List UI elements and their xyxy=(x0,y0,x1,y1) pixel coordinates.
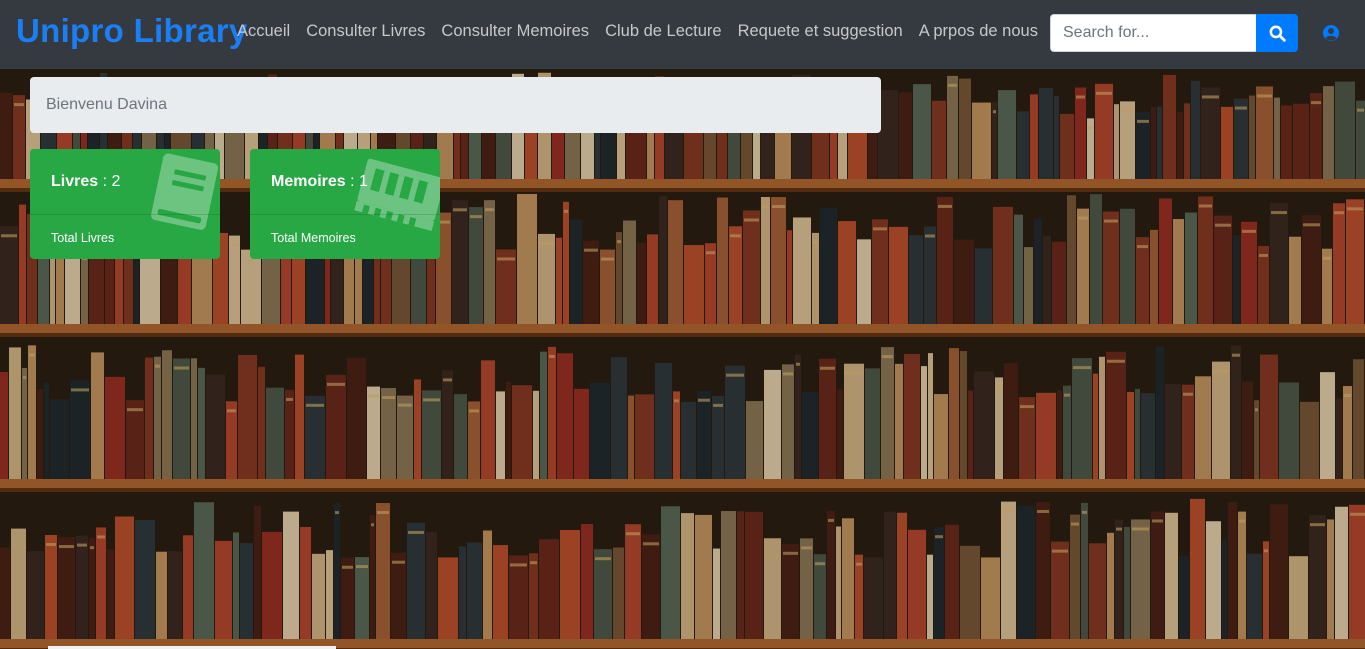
search-icon xyxy=(1269,25,1286,42)
nav-requete-suggestion[interactable]: Requete et suggestion xyxy=(730,22,911,41)
navbar: Unipro Library Accueil Consulter Livres … xyxy=(0,0,1365,69)
card-memoires-body: Memoires : 1 xyxy=(250,149,440,231)
nav-links: Accueil Consulter Livres Consulter Memoi… xyxy=(229,22,1046,41)
card-memoires[interactable]: Memoires : 1 Total Memoires xyxy=(250,149,440,259)
nav-club-lecture[interactable]: Club de Lecture xyxy=(597,22,730,41)
search-input[interactable] xyxy=(1050,14,1256,52)
search-button[interactable] xyxy=(1256,14,1298,52)
nav-accueil[interactable]: Accueil xyxy=(229,22,298,41)
nav-a-propos[interactable]: A prpos de nous xyxy=(911,22,1046,41)
nav-consulter-livres[interactable]: Consulter Livres xyxy=(298,22,433,41)
search-form xyxy=(1050,14,1298,52)
nav-consulter-memoires[interactable]: Consulter Memoires xyxy=(433,22,597,41)
user-circle-icon[interactable] xyxy=(1322,24,1340,42)
welcome-text: Bienvenu Davina xyxy=(46,96,167,113)
card-livres-footer[interactable]: Total Livres xyxy=(30,214,220,259)
card-livres-sep: : xyxy=(98,173,112,190)
card-memoires-title: Memoires xyxy=(271,173,346,190)
card-livres-title: Livres xyxy=(51,173,99,190)
card-livres-count: 2 xyxy=(111,173,121,190)
card-livres[interactable]: Livres : 2 Total Livres xyxy=(30,149,220,259)
card-memoires-footer[interactable]: Total Memoires xyxy=(250,214,440,259)
brand-logo[interactable]: Unipro Library xyxy=(16,12,248,50)
welcome-banner: Bienvenu Davina xyxy=(30,77,881,133)
card-livres-body: Livres : 2 xyxy=(30,149,220,230)
